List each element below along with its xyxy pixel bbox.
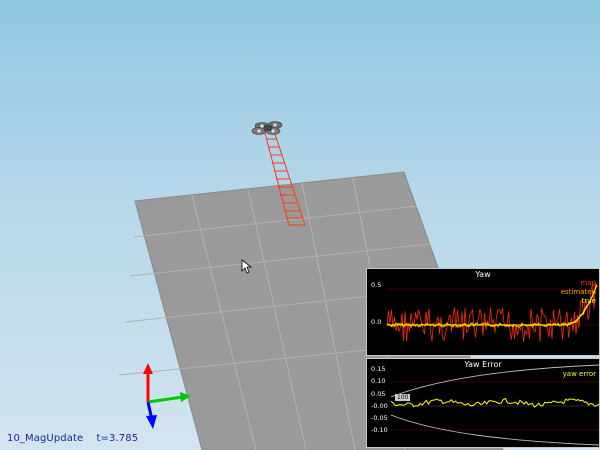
sim-time: t=3.785 [96, 433, 139, 444]
3d-viewport[interactable]: Yaw 0.5 0.0 mag estimated true Yaw Error… [0, 0, 600, 450]
legend-yaw-error: yaw error [562, 370, 596, 378]
mouse-pointer-icon [241, 259, 253, 274]
yaw-plot-canvas [386, 282, 599, 343]
legend-mag: mag [580, 279, 596, 287]
status-bar: 10_MagUpdate t=3.785 [7, 433, 148, 444]
quadrotor-drone [251, 121, 283, 135]
legend-true: true [581, 297, 596, 305]
graph-marker-label: 100 [395, 394, 411, 401]
yaw-plot[interactable]: Yaw 0.5 0.0 mag estimated true [366, 268, 600, 356]
legend-estimated: estimated [560, 288, 596, 296]
scenario-name: 10_MagUpdate [7, 433, 84, 444]
yaw-error-plot[interactable]: Yaw Error 0.15 0.10 0.05 -0.00 -0.05 -0.… [366, 358, 600, 448]
